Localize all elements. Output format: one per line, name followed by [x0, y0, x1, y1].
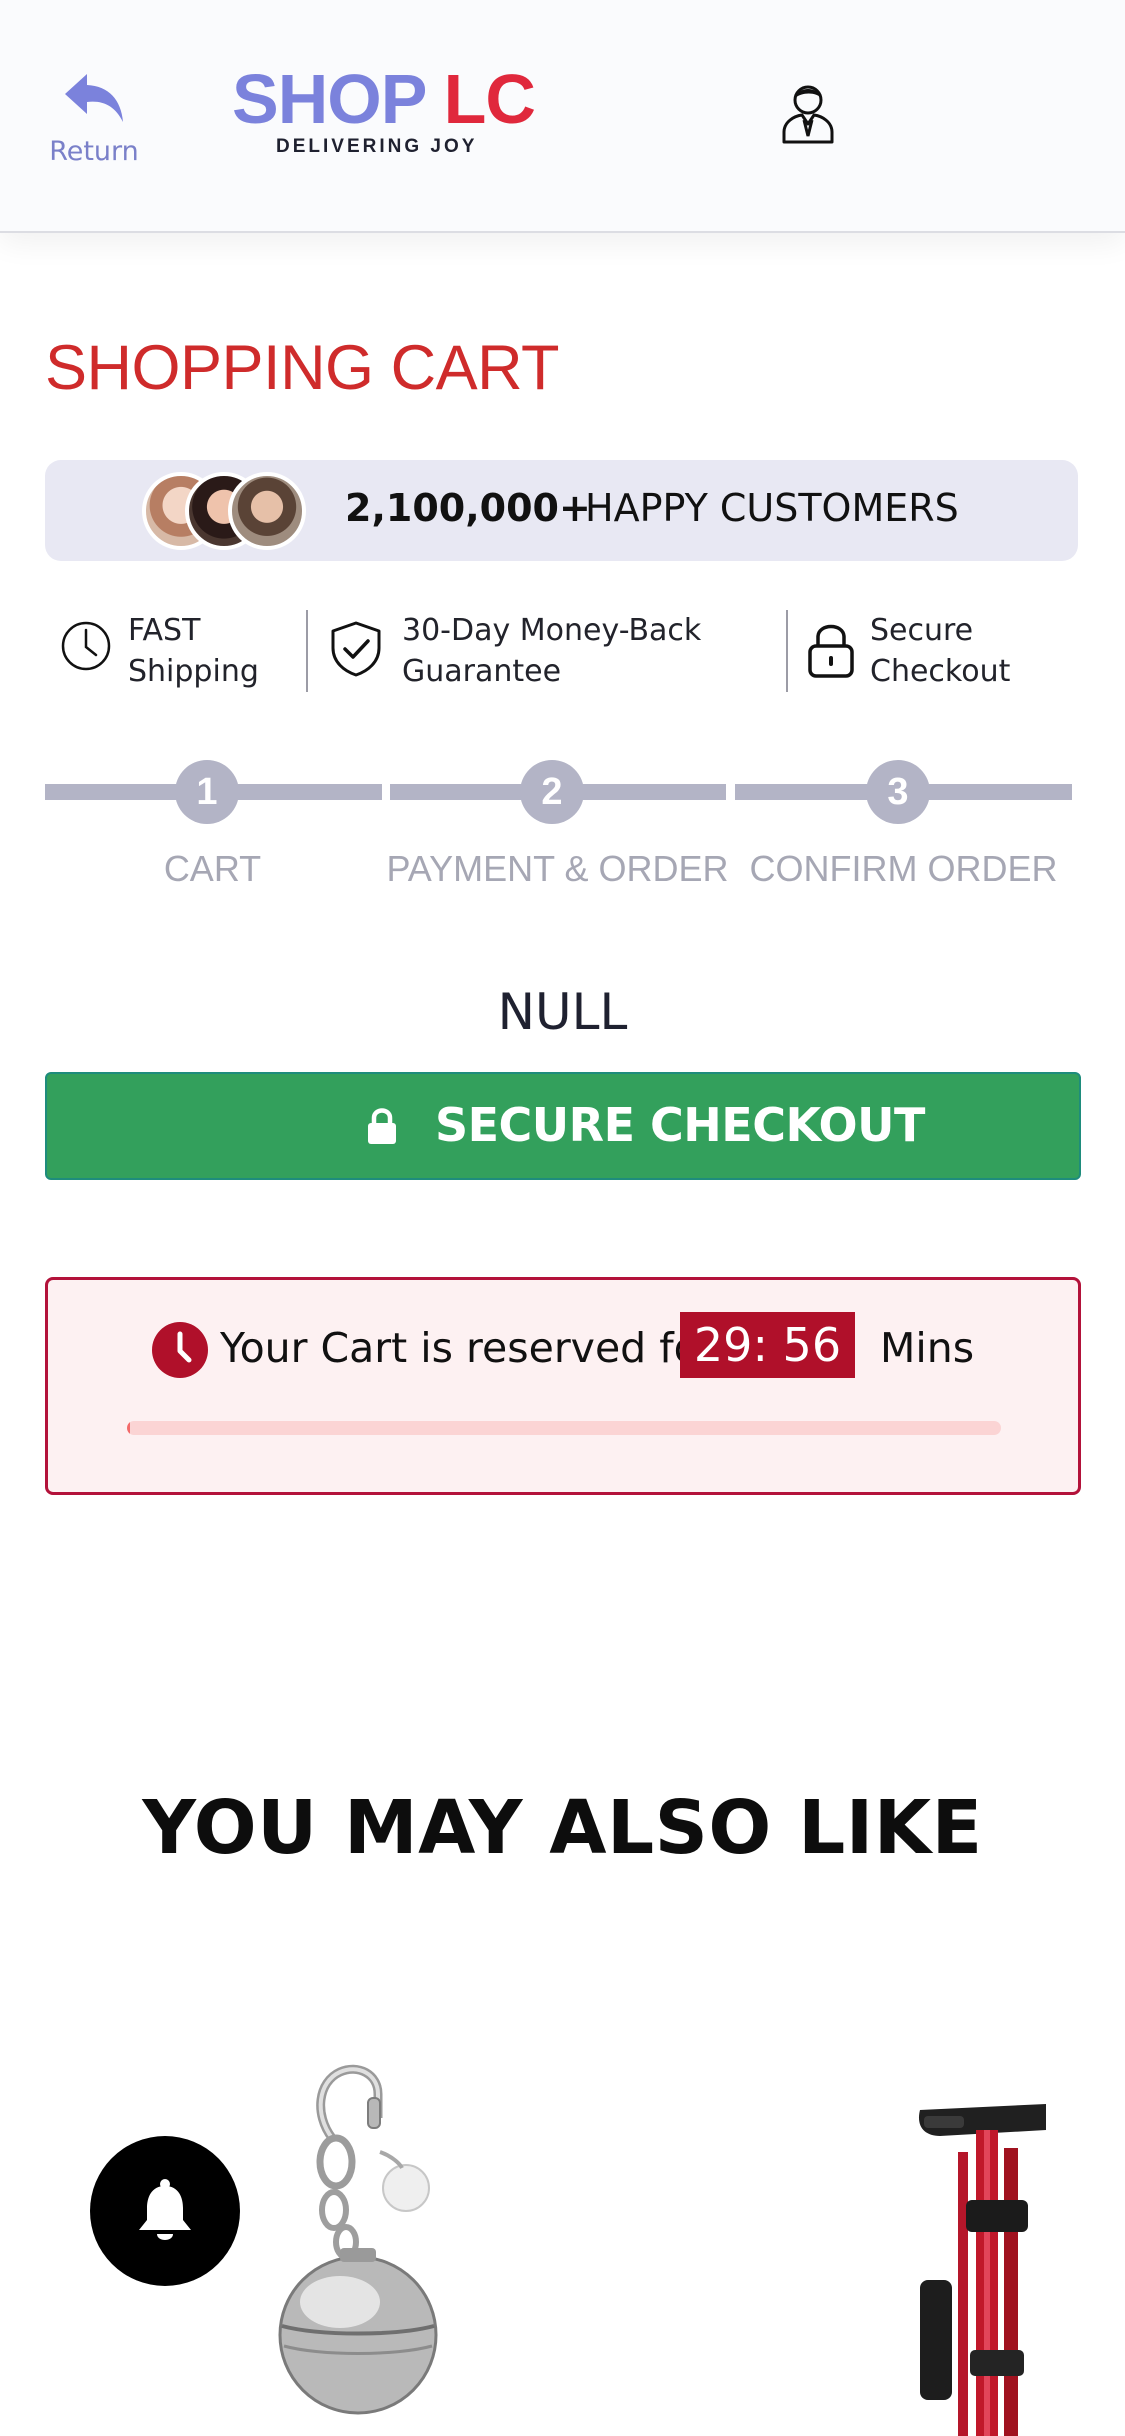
logo-tagline: DELIVERING JOY — [276, 136, 478, 157]
cart-content-message: NULL — [497, 983, 628, 1041]
reservation-timer: 29: 56 — [680, 1312, 855, 1378]
recommendations-title: YOU MAY ALSO LIKE — [142, 1785, 983, 1871]
happy-customers-banner: 2,100,000+ HAPPY CUSTOMERS — [45, 460, 1078, 561]
feature-money-back: 30-Day Money-Back Guarantee — [328, 610, 768, 694]
return-button[interactable]: Return — [48, 70, 140, 180]
step-label-cart: CART — [163, 848, 262, 889]
step-number-2: 2 — [520, 760, 584, 824]
customers-label: HAPPY CUSTOMERS — [585, 486, 959, 530]
reservation-timer-unit: Mins — [880, 1324, 975, 1372]
header: Return SHOP LC DELIVERING JOY — [0, 0, 1125, 233]
bell-icon — [139, 2179, 191, 2240]
secure-checkout-label: SECURE CHECKOUT — [435, 1098, 925, 1152]
feature-line1: FAST — [128, 613, 201, 648]
product-image — [278, 2064, 438, 2415]
customers-count: 2,100,000+ — [345, 486, 591, 530]
clock-icon — [61, 621, 111, 671]
shield-check-icon — [331, 621, 381, 677]
secure-checkout-button[interactable]: SECURE CHECKOUT — [45, 1072, 1081, 1180]
feature-line2: Shipping — [128, 654, 259, 689]
reservation-text: Your Cart is reserved for — [220, 1324, 716, 1372]
feature-secure-checkout: Secure Checkout — [806, 610, 1066, 694]
step-number-1: 1 — [175, 760, 239, 824]
feature-line1: Secure — [870, 613, 974, 648]
product-image — [918, 2104, 1046, 2436]
page-title: SHOPPING CART — [45, 333, 559, 403]
return-label: Return — [49, 136, 139, 167]
cart-reservation-box: Your Cart is reserved for 29: 56 Mins — [45, 1277, 1081, 1495]
shop-lc-logo[interactable]: SHOP LC DELIVERING JOY — [232, 64, 536, 164]
lock-icon — [368, 1108, 396, 1144]
step-label-confirm: CONFIRM ORDER — [749, 848, 1058, 889]
logo-lc-text: LC — [443, 60, 536, 138]
customer-avatar — [228, 472, 306, 550]
product-card[interactable] — [270, 2060, 460, 2436]
reservation-progress-fill — [127, 1421, 130, 1435]
product-card[interactable] — [900, 2060, 1052, 2436]
feature-line1: 30-Day Money-Back — [402, 613, 702, 648]
feature-line2: Checkout — [870, 654, 1011, 689]
clock-icon — [152, 1322, 208, 1378]
feature-fast-shipping: FAST Shipping — [60, 610, 290, 694]
shopping-cart-page: Return SHOP LC DELIVERING JOY SHOPPING C… — [0, 0, 1125, 2436]
feature-divider — [786, 610, 788, 692]
reservation-progress-bar — [127, 1421, 1001, 1435]
feature-line2: Guarantee — [402, 654, 562, 689]
notification-bell-button[interactable] — [90, 2136, 240, 2286]
logo-shop-text: SHOP — [232, 60, 426, 138]
lock-icon — [808, 624, 854, 678]
step-number-3: 3 — [866, 760, 930, 824]
step-label-payment: PAYMENT & ORDER — [386, 848, 729, 889]
account-icon[interactable] — [780, 80, 836, 146]
feature-divider — [306, 610, 308, 692]
return-arrow-icon — [65, 74, 123, 122]
